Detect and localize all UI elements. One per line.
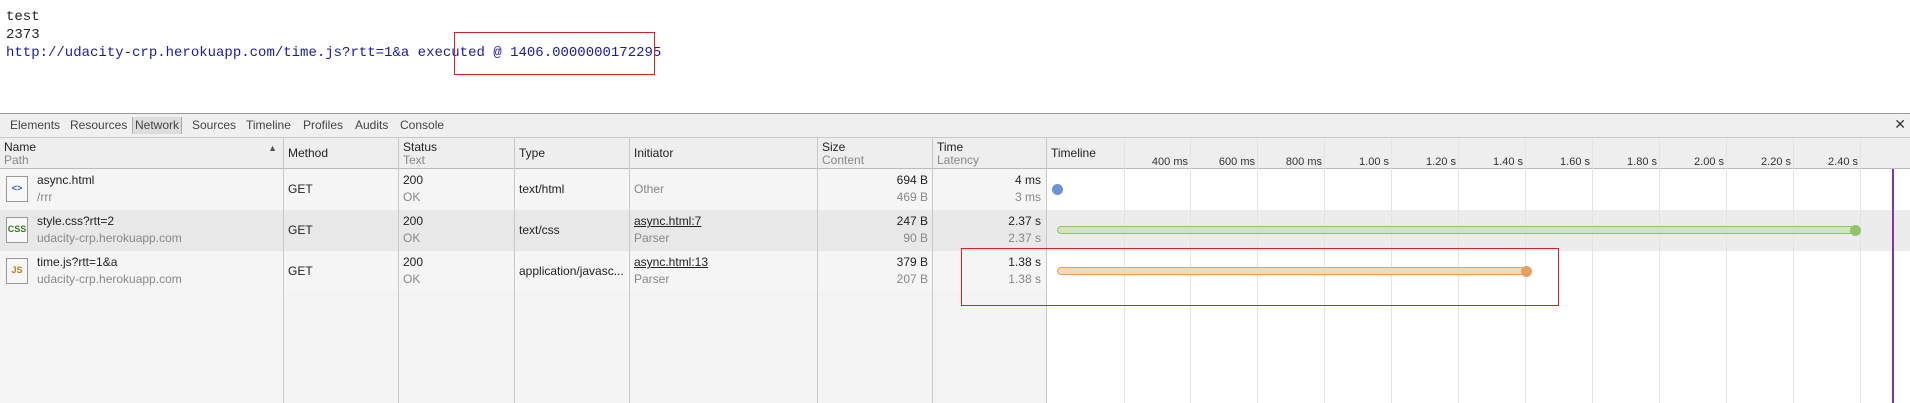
cell-initiator: Other xyxy=(634,182,665,196)
devtools-tabbar: Elements Resources Network Sources Timeline P… xyxy=(0,114,1910,138)
html-file-icon: <> xyxy=(6,176,28,202)
tab-sources[interactable]: Sources xyxy=(190,117,238,134)
tab-console[interactable]: Console xyxy=(398,117,446,134)
col-header-size[interactable]: Size Content xyxy=(818,138,932,169)
network-row[interactable]: CSS style.css?rtt=2 udacity-crp.herokuapp.… xyxy=(0,210,1046,251)
col-header-status[interactable]: Status Text xyxy=(399,138,514,169)
initiator-link[interactable]: async.html:13 xyxy=(634,254,814,271)
timeline-gridline xyxy=(1659,138,1660,403)
network-row[interactable]: JS time.js?rtt=1&a udacity-crp.herokuapp.c… xyxy=(0,251,1046,292)
timeline-gridline xyxy=(1793,138,1794,403)
initiator-link[interactable]: async.html:7 xyxy=(634,213,814,230)
css-file-icon: CSS xyxy=(6,217,28,243)
tab-timeline[interactable]: Timeline xyxy=(244,117,293,134)
highlight-box-timejs xyxy=(961,248,1559,306)
cell-name: time.js?rtt=1&a udacity-crp.herokuapp.com xyxy=(37,255,182,286)
timeline-tick-label: 2.00 s xyxy=(1694,156,1724,168)
timeline-tick-label: 1.40 s xyxy=(1493,156,1523,168)
timeline-row xyxy=(1047,169,1910,210)
col-header-method[interactable]: Method xyxy=(284,138,398,169)
close-icon[interactable]: ✕ xyxy=(1894,116,1906,133)
cell-type: application/javasc... xyxy=(519,264,624,278)
cell-status: 200 OK xyxy=(403,173,424,204)
timeline-tick-label: 2.20 s xyxy=(1761,156,1791,168)
tab-elements[interactable]: Elements xyxy=(8,117,62,134)
cell-initiator: async.html:7 Parser xyxy=(634,213,814,247)
timeline-gridline xyxy=(1726,138,1727,403)
cell-status: 200 OK xyxy=(403,255,424,286)
cell-name: style.css?rtt=2 udacity-crp.herokuapp.com xyxy=(37,214,182,245)
load-event-marker xyxy=(1892,169,1894,403)
cell-method: GET xyxy=(288,264,313,278)
cell-status: 200 OK xyxy=(403,214,424,245)
tab-profiles[interactable]: Profiles xyxy=(301,117,345,134)
col-header-initiator[interactable]: Initiator xyxy=(630,138,817,169)
sort-arrow-icon: ▲ xyxy=(268,143,277,153)
js-file-icon: JS xyxy=(6,258,28,284)
timeline-bar-end[interactable] xyxy=(1052,184,1063,195)
network-grid: <> async.html/rrr GET 200 OK text/html Other 69… xyxy=(0,138,1910,403)
cell-size: 379 B 207 B xyxy=(896,255,928,286)
tab-resources[interactable]: Resources xyxy=(68,117,129,134)
timeline-tick-label: 1.20 s xyxy=(1426,156,1456,168)
timeline-bar-end[interactable] xyxy=(1850,225,1861,236)
cell-name: async.html/rrr xyxy=(37,173,95,204)
timeline-tick-label: 1.80 s xyxy=(1627,156,1657,168)
cell-type: text/css xyxy=(519,223,560,237)
timeline-tick-label: 800 ms xyxy=(1285,156,1322,168)
timeline-gridline xyxy=(1860,138,1861,403)
timeline-tick-label: 2.40 s xyxy=(1828,156,1858,168)
output-line-test: test xyxy=(6,9,40,25)
cell-type: text/html xyxy=(519,182,565,196)
timeline-tick-label: 1.00 s xyxy=(1359,156,1389,168)
tab-audits[interactable]: Audits xyxy=(353,117,390,134)
time-js-link[interactable]: http://udacity-crp.herokuapp.com/time.js… xyxy=(6,45,409,61)
cell-time: 2.37 s 2.37 s xyxy=(1008,214,1041,245)
highlight-box-exec xyxy=(454,32,655,75)
timeline-tick-label: 600 ms xyxy=(1218,156,1255,168)
cell-initiator: async.html:13 Parser xyxy=(634,254,814,288)
cell-method: GET xyxy=(288,223,313,237)
network-row[interactable]: <> async.html/rrr GET 200 OK text/html Other 69… xyxy=(0,169,1046,210)
cell-time: 4 ms 3 ms xyxy=(1014,173,1041,204)
timeline-tick-label: 1.60 s xyxy=(1560,156,1590,168)
tab-network[interactable]: Network xyxy=(132,117,183,134)
timeline-bar[interactable] xyxy=(1057,226,1855,234)
col-header-time[interactable]: Time Latency xyxy=(933,138,1046,169)
cell-size: 694 B 469 B xyxy=(896,173,928,204)
cell-size: 247 B 90 B xyxy=(896,214,928,245)
devtools-panel: Elements Resources Network Sources Timeline P… xyxy=(0,113,1910,403)
col-header-type[interactable]: Type xyxy=(515,138,629,169)
col-header-timeline[interactable]: Timeline xyxy=(1047,138,1147,169)
timeline-gridline xyxy=(1592,138,1593,403)
col-header-name[interactable]: Name Path ▲ xyxy=(0,138,283,169)
cell-method: GET xyxy=(288,182,313,196)
